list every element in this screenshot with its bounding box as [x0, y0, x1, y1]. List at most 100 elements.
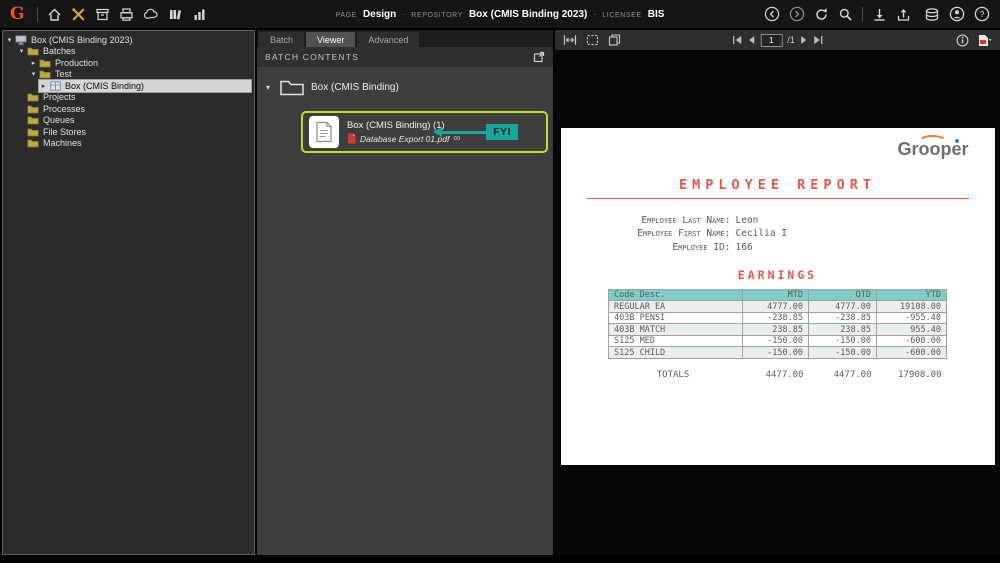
tree-item-label: Production [52, 58, 98, 68]
viewer-zoom-group [563, 34, 621, 46]
next-page-button[interactable] [800, 35, 808, 45]
totals-value: 17908.00 [877, 370, 947, 380]
table-cell: -150.00 [743, 335, 809, 347]
tree-item-label: File Stores [40, 127, 86, 137]
table-cell: -600.00 [877, 347, 947, 359]
viewer-panel: /1 [555, 30, 1000, 555]
tree-item-root[interactable]: ▾ Box (CMIS Binding 2023) [5, 34, 254, 46]
expander-icon[interactable]: ▸ [39, 82, 48, 90]
expander-icon[interactable]: ▾ [17, 47, 26, 55]
tree-item-file-stores[interactable]: File Stores [17, 126, 254, 138]
repository-value[interactable]: Box (CMIS Binding 2023) [469, 9, 587, 20]
folder-icon [38, 58, 52, 68]
tree-item-box-cmis-binding[interactable]: ▸ Box (CMIS Binding) [39, 80, 251, 92]
node-tree-panel: ▾ Box (CMIS Binding 2023) ▾ Batches ▸ Pr… [2, 30, 255, 555]
expander-icon[interactable]: ▸ [29, 59, 38, 67]
page-value[interactable]: Design [363, 9, 396, 20]
batch-contents-title: BATCH CONTENTS [265, 52, 359, 62]
field-label: Employee ID: [561, 241, 731, 254]
topbar-divider [37, 7, 38, 22]
totals-label: TOTALS [609, 370, 743, 380]
batch-document-item[interactable]: Box (CMIS Binding) (1) Database Export 0… [301, 111, 548, 153]
logo-dot-icon [955, 139, 959, 143]
field-value: Leon [736, 214, 759, 227]
table-cell: 238.85 [743, 324, 809, 336]
tab-viewer[interactable]: Viewer [306, 32, 355, 47]
expander-icon[interactable]: ▾ [263, 83, 273, 92]
batch-contents-header: BATCH CONTENTS [257, 47, 553, 67]
document-tile-icon [309, 116, 339, 148]
earnings-table: Code Desc. MTD QTD YTD REGULAR EA 4777.0… [608, 289, 947, 359]
logo-swoosh-icon [918, 135, 947, 149]
tools-icon[interactable] [71, 7, 86, 22]
batch-folder-label: Box (CMIS Binding) [311, 82, 399, 93]
tree-item-label: Machines [40, 138, 82, 148]
field-row: Employee ID: 166 [561, 241, 995, 254]
home-icon[interactable] [47, 7, 62, 22]
page-total-label: /1 [787, 35, 795, 45]
tree-item-production[interactable]: ▸ Production [29, 57, 254, 69]
table-cell: -955.40 [877, 312, 947, 324]
prev-page-button[interactable] [747, 35, 755, 45]
topbar-divider [862, 7, 863, 22]
stats-icon[interactable] [192, 7, 207, 22]
totals-value: 4477.00 [809, 370, 877, 380]
back-button[interactable] [764, 6, 780, 22]
field-value: 166 [736, 241, 753, 254]
popout-icon[interactable] [533, 51, 545, 63]
upload-button[interactable] [896, 7, 911, 22]
table-cell: 955.40 [877, 324, 947, 336]
forward-button[interactable] [789, 6, 805, 22]
batches-icon[interactable] [95, 7, 110, 22]
table-cell: 238.85 [809, 324, 877, 336]
tree-item-queues[interactable]: Queues [17, 115, 254, 127]
stack-icon[interactable] [924, 7, 940, 22]
table-cell: S125 MED [609, 335, 743, 347]
table-row: S125 MED -150.00 -150.00 -600.00 [609, 335, 947, 347]
tree-item-test[interactable]: ▾ Test [29, 69, 254, 81]
tree-item-label: Test [52, 69, 72, 79]
refresh-button[interactable] [814, 7, 829, 22]
table-cell: 19108.00 [877, 301, 947, 313]
table-cell: S125 CHILD [609, 347, 743, 359]
totals-value: 4477.00 [743, 370, 809, 380]
download-button[interactable] [872, 7, 887, 22]
pages-button[interactable] [608, 34, 621, 46]
fit-width-button[interactable] [563, 34, 577, 46]
page-navigation: /1 [731, 34, 824, 47]
breadcrumb: PAGE Design · REPOSITORY Box (CMIS Bindi… [336, 9, 665, 20]
tree-item-label: Batches [40, 46, 76, 56]
viewer-canvas[interactable]: Grooper EMPLOYEE REPORT Employee Last Na… [555, 50, 1000, 555]
tab-batch[interactable]: Batch [259, 32, 304, 47]
help-button[interactable]: ? [974, 6, 990, 22]
search-button[interactable] [838, 7, 853, 22]
tree-item-machines[interactable]: Machines [17, 138, 254, 150]
grooper-logo[interactable]: G [10, 4, 25, 24]
library-icon[interactable] [168, 7, 183, 22]
last-page-button[interactable] [813, 35, 824, 45]
fit-page-button[interactable] [586, 34, 599, 46]
folder-icon [26, 92, 40, 102]
batch-folder-item[interactable]: ▾ Box (CMIS Binding) [263, 77, 553, 97]
tab-advanced[interactable]: Advanced [357, 32, 419, 47]
topbar-right-group: ? [764, 6, 990, 22]
tree-item-processes[interactable]: Processes [17, 103, 254, 115]
table-cell: 4777.00 [743, 301, 809, 313]
expander-icon[interactable]: ▾ [5, 36, 14, 44]
tree-item-label: Queues [40, 115, 75, 125]
cloud-icon[interactable] [143, 7, 159, 22]
first-page-button[interactable] [731, 35, 742, 45]
tree-item-projects[interactable]: Projects [17, 92, 254, 104]
export-pdf-button[interactable] [977, 34, 992, 47]
document-page[interactable]: Grooper EMPLOYEE REPORT Employee Last Na… [561, 128, 995, 465]
licensee-value: BIS [648, 9, 665, 20]
earnings-heading: EARNINGS [561, 268, 995, 282]
scanner-icon[interactable] [119, 7, 134, 22]
page-number-input[interactable] [760, 34, 782, 47]
info-button[interactable] [956, 34, 969, 47]
expander-icon[interactable]: ▾ [29, 70, 38, 78]
user-button[interactable] [949, 6, 965, 22]
top-bar: G PAGE De [0, 0, 1000, 28]
tree-item-batches[interactable]: ▾ Batches [17, 46, 254, 58]
breadcrumb-dot: · [593, 9, 596, 19]
